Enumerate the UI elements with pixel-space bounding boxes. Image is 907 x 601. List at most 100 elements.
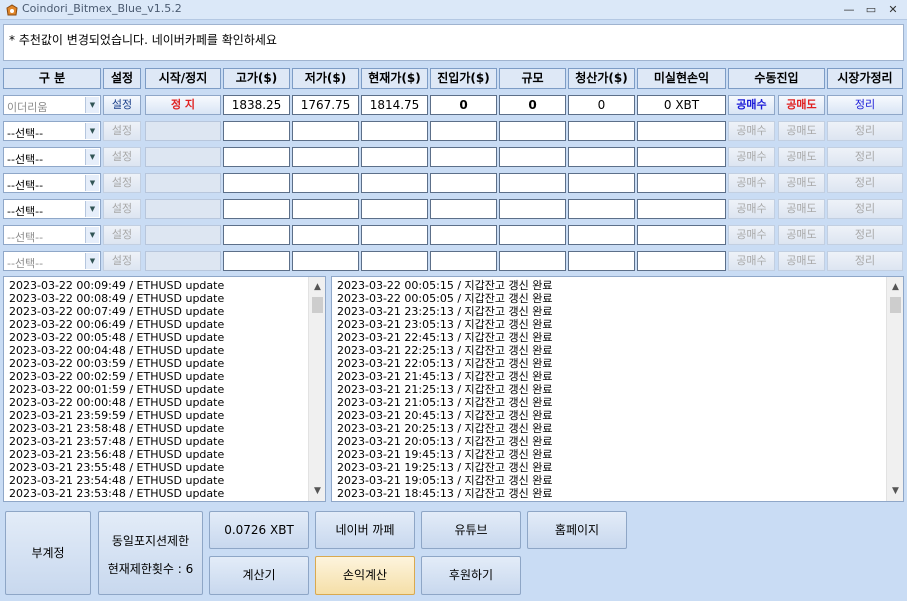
symbol-select[interactable]: --선택-- ▼	[3, 147, 101, 167]
maximize-button[interactable]: ▭	[863, 2, 879, 18]
entry-price-field	[430, 121, 497, 141]
log-entry: 2023-03-22 00:06:49 / ETHUSD update	[9, 318, 225, 331]
low-price-field	[292, 121, 359, 141]
header-unrealized-pnl: 미실현손익	[637, 68, 726, 89]
market-close-button[interactable]: 정리	[827, 95, 903, 115]
scroll-down-icon[interactable]: ▼	[309, 483, 325, 499]
long-button[interactable]: 공매수	[728, 147, 775, 167]
scroll-up-icon[interactable]: ▲	[309, 279, 325, 295]
calculator-button[interactable]: 계산기	[209, 556, 309, 595]
chevron-down-icon[interactable]: ▼	[85, 97, 99, 113]
log-entry: 2023-03-21 22:25:13 / 지갑잔고 갱신 완료	[337, 344, 553, 357]
youtube-button[interactable]: 유튜브	[421, 511, 521, 549]
settings-button[interactable]: 설정	[103, 199, 141, 219]
homepage-button[interactable]: 홈페이지	[527, 511, 627, 549]
market-close-button[interactable]: 정리	[827, 147, 903, 167]
symbol-select[interactable]: --선택-- ▼	[3, 225, 101, 245]
settings-button[interactable]: 설정	[103, 121, 141, 141]
short-button[interactable]: 공매도	[778, 199, 825, 219]
minimize-button[interactable]: —	[841, 2, 857, 18]
update-log-list[interactable]: 2023-03-22 00:09:49 / ETHUSD update 2023-…	[3, 276, 326, 502]
log-entry: 2023-03-21 19:45:13 / 지갑잔고 갱신 완료	[337, 448, 553, 461]
header-market-close: 시장가정리	[827, 68, 903, 89]
log-entry: 2023-03-21 23:53:48 / ETHUSD update	[9, 487, 225, 500]
size-field	[499, 147, 566, 167]
low-price-field	[292, 147, 359, 167]
chevron-down-icon[interactable]: ▼	[85, 175, 99, 191]
short-button[interactable]: 공매도	[778, 147, 825, 167]
settings-button[interactable]: 설정	[103, 147, 141, 167]
settings-button[interactable]: 설정	[103, 95, 141, 115]
start-stop-placeholder	[145, 199, 221, 219]
symbol-select[interactable]: 이더리움 ▼	[3, 95, 101, 115]
chevron-down-icon[interactable]: ▼	[85, 253, 99, 269]
short-button[interactable]: 공매도	[778, 173, 825, 193]
current-price-field	[361, 121, 428, 141]
short-button[interactable]: 공매도	[778, 121, 825, 141]
header-liquidation: 청산가($)	[568, 68, 635, 89]
low-price-field	[292, 225, 359, 245]
naver-cafe-button[interactable]: 네이버 까페	[315, 511, 415, 549]
long-button[interactable]: 공매수	[728, 95, 775, 115]
settings-button[interactable]: 설정	[103, 173, 141, 193]
balance-log-scrollbar[interactable]: ▲ ▼	[886, 277, 903, 501]
scroll-up-icon[interactable]: ▲	[887, 279, 903, 295]
chevron-down-icon[interactable]: ▼	[85, 227, 99, 243]
scroll-down-icon[interactable]: ▼	[887, 483, 903, 499]
size-field	[499, 199, 566, 219]
short-button[interactable]: 공매도	[778, 225, 825, 245]
close-button[interactable]: ✕	[885, 2, 901, 18]
market-close-button[interactable]: 정리	[827, 225, 903, 245]
high-price-field	[223, 251, 290, 271]
symbol-select-value: --선택--	[7, 127, 44, 140]
short-button[interactable]: 공매도	[778, 95, 825, 115]
market-close-button[interactable]: 정리	[827, 121, 903, 141]
log-entry: 2023-03-21 19:25:13 / 지갑잔고 갱신 완료	[337, 461, 553, 474]
chevron-down-icon[interactable]: ▼	[85, 201, 99, 217]
long-button[interactable]: 공매수	[728, 225, 775, 245]
high-price-field	[223, 147, 290, 167]
short-button[interactable]: 공매도	[778, 251, 825, 271]
low-price-field	[292, 251, 359, 271]
log-entry: 2023-03-22 00:05:05 / 지갑잔고 갱신 완료	[337, 292, 553, 305]
scroll-thumb[interactable]	[890, 297, 901, 313]
pnl-calculator-button[interactable]: 손익계산	[315, 556, 415, 595]
log-entry: 2023-03-22 00:03:59 / ETHUSD update	[9, 357, 225, 370]
title-bar: Coindori_Bitmex_Blue_v1.5.2 — ▭ ✕	[0, 0, 907, 20]
update-log-scrollbar[interactable]: ▲ ▼	[308, 277, 325, 501]
settings-button[interactable]: 설정	[103, 251, 141, 271]
balance-button[interactable]: 0.0726 XBT	[209, 511, 309, 549]
market-close-button[interactable]: 정리	[827, 199, 903, 219]
header-low: 저가($)	[292, 68, 359, 89]
symbol-select[interactable]: --선택-- ▼	[3, 199, 101, 219]
symbol-select-value: --선택--	[7, 257, 44, 270]
long-button[interactable]: 공매수	[728, 251, 775, 271]
settings-button[interactable]: 설정	[103, 225, 141, 245]
header-entry: 진입가($)	[430, 68, 497, 89]
balance-log-list[interactable]: 2023-03-22 00:05:15 / 지갑잔고 갱신 완료 2023-03-…	[331, 276, 904, 502]
long-button[interactable]: 공매수	[728, 199, 775, 219]
market-close-button[interactable]: 정리	[827, 173, 903, 193]
stop-button[interactable]: 정 지	[145, 95, 221, 115]
log-entry: 2023-03-21 20:45:13 / 지갑잔고 갱신 완료	[337, 409, 553, 422]
scroll-thumb[interactable]	[312, 297, 323, 313]
donate-button[interactable]: 후원하기	[421, 556, 521, 595]
log-entry: 2023-03-21 23:25:13 / 지갑잔고 갱신 완료	[337, 305, 553, 318]
start-stop-placeholder	[145, 147, 221, 167]
log-entry: 2023-03-21 23:59:59 / ETHUSD update	[9, 409, 225, 422]
long-button[interactable]: 공매수	[728, 121, 775, 141]
symbol-select[interactable]: --선택-- ▼	[3, 121, 101, 141]
log-entry: 2023-03-22 00:04:48 / ETHUSD update	[9, 344, 225, 357]
long-button[interactable]: 공매수	[728, 173, 775, 193]
symbol-select-value: --선택--	[7, 231, 44, 244]
log-entry: 2023-03-21 18:45:13 / 지갑잔고 갱신 완료	[337, 487, 553, 500]
chevron-down-icon[interactable]: ▼	[85, 149, 99, 165]
chevron-down-icon[interactable]: ▼	[85, 123, 99, 139]
symbol-select[interactable]: --선택-- ▼	[3, 173, 101, 193]
log-entry: 2023-03-21 23:56:48 / ETHUSD update	[9, 448, 225, 461]
sub-account-button[interactable]: 부계정	[5, 511, 91, 595]
start-stop-placeholder	[145, 251, 221, 271]
log-entry: 2023-03-22 00:05:48 / ETHUSD update	[9, 331, 225, 344]
symbol-select[interactable]: --선택-- ▼	[3, 251, 101, 271]
market-close-button[interactable]: 정리	[827, 251, 903, 271]
